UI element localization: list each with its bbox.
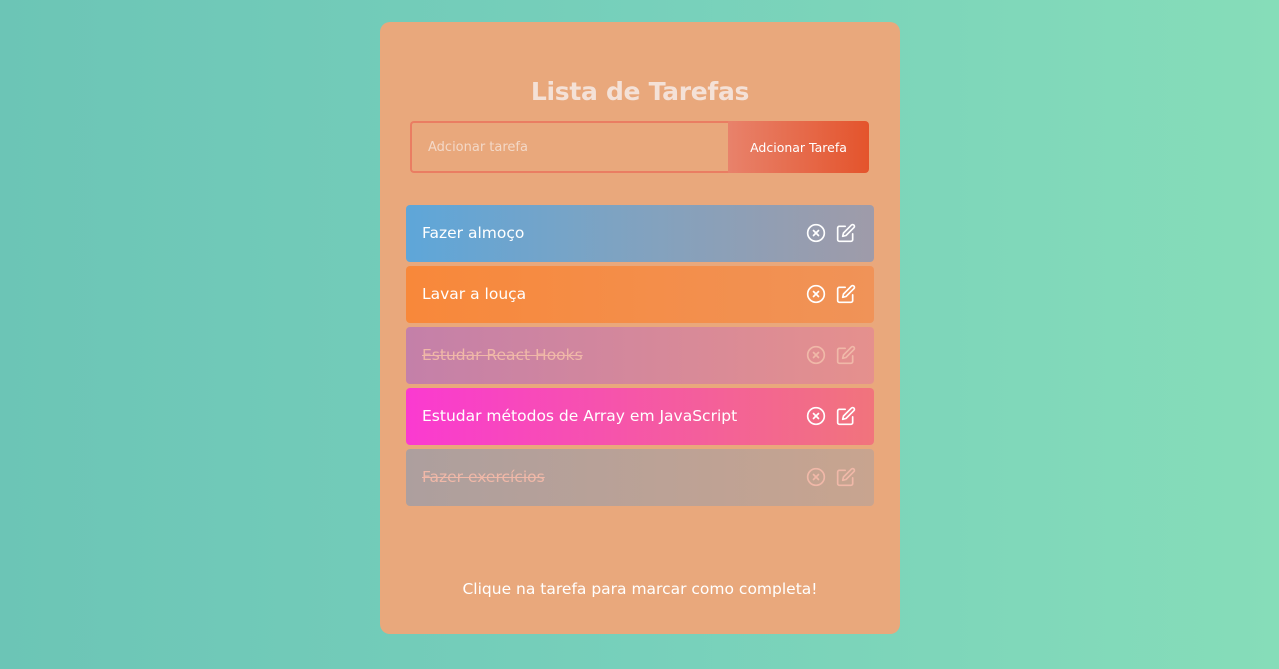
todo-item[interactable]: Fazer exercícios <box>406 449 874 506</box>
todo-item-actions <box>806 345 856 365</box>
close-circle-icon[interactable] <box>806 284 826 304</box>
add-todo-form: Adcionar Tarefa <box>410 121 869 173</box>
todo-item-text[interactable]: Estudar React Hooks <box>422 327 583 384</box>
todo-item[interactable]: Fazer almoço <box>406 205 874 262</box>
todo-item-text[interactable]: Lavar a louça <box>422 266 526 323</box>
todo-item-actions <box>806 467 856 487</box>
close-circle-icon[interactable] <box>806 467 826 487</box>
todo-item-actions <box>806 223 856 243</box>
footer-hint: Clique na tarefa para marcar como comple… <box>462 580 818 598</box>
edit-icon[interactable] <box>836 467 856 487</box>
todo-item[interactable]: Estudar React Hooks <box>406 327 874 384</box>
edit-icon[interactable] <box>836 406 856 426</box>
add-todo-button[interactable]: Adcionar Tarefa <box>728 121 869 173</box>
todo-item-text[interactable]: Fazer exercícios <box>422 449 545 506</box>
todo-card: Lista de Tarefas Adcionar Tarefa Fazer a… <box>380 22 900 634</box>
todo-item-text[interactable]: Estudar métodos de Array em JavaScript <box>422 388 737 445</box>
edit-icon[interactable] <box>836 284 856 304</box>
todo-item-actions <box>806 406 856 426</box>
edit-icon[interactable] <box>836 223 856 243</box>
close-circle-icon[interactable] <box>806 223 826 243</box>
todo-item-actions <box>806 284 856 304</box>
close-circle-icon[interactable] <box>806 406 826 426</box>
todo-item[interactable]: Lavar a louça <box>406 266 874 323</box>
todo-list: Fazer almoço Lavar a louça Estudar React… <box>406 205 874 510</box>
todo-input[interactable] <box>410 121 728 173</box>
close-circle-icon[interactable] <box>806 345 826 365</box>
edit-icon[interactable] <box>836 345 856 365</box>
page-title: Lista de Tarefas <box>530 77 750 106</box>
todo-item-text[interactable]: Fazer almoço <box>422 205 524 262</box>
todo-item[interactable]: Estudar métodos de Array em JavaScript <box>406 388 874 445</box>
